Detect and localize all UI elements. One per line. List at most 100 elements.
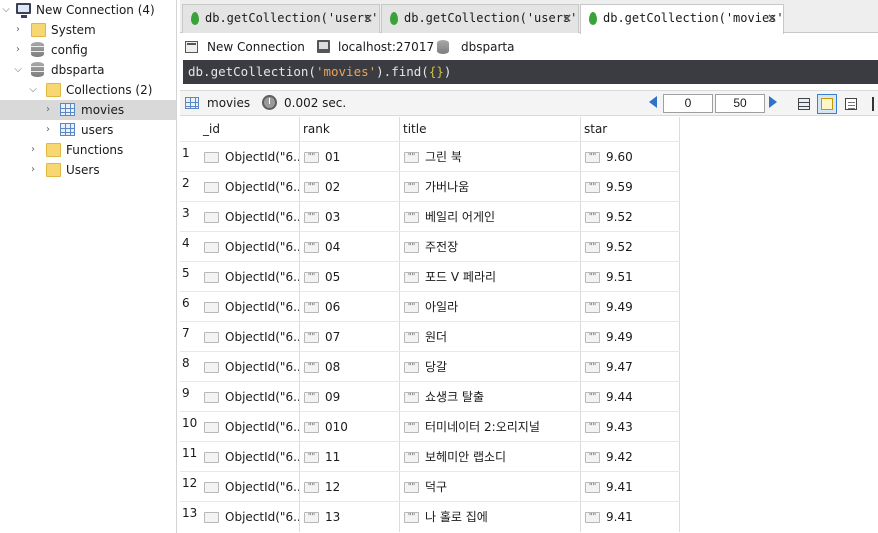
chevron-right-icon[interactable]: ›: [42, 120, 54, 140]
cell-id[interactable]: ObjectId("6...: [200, 502, 300, 532]
cell-id[interactable]: ObjectId("6...: [200, 442, 300, 472]
cell-title[interactable]: "" 보헤미안 랩소디: [400, 442, 581, 472]
close-icon[interactable]: ×: [562, 5, 572, 31]
close-icon[interactable]: ×: [767, 5, 777, 31]
tree-item-collections[interactable]: ⌵ Collections (2): [0, 80, 176, 100]
cell-id[interactable]: ObjectId("6...: [200, 382, 300, 412]
cell-id[interactable]: ObjectId("6...: [200, 352, 300, 382]
tab-movies-query[interactable]: db.getCollection('movies')··· ×: [580, 4, 784, 34]
cell-star[interactable]: "" 9.49: [581, 322, 680, 352]
column-header-rank[interactable]: rank: [300, 117, 400, 141]
previous-page-icon[interactable]: [649, 96, 657, 108]
table-row[interactable]: 11 ObjectId("6... "" 11 "" 보헤미안 랩소디 "" 9.42: [180, 441, 680, 472]
chevron-down-icon[interactable]: ⌵: [12, 60, 24, 80]
cell-title[interactable]: "" 포드 V 페라리: [400, 262, 581, 292]
tree-item-dbsparta[interactable]: ⌵ dbsparta: [0, 60, 176, 80]
cell-id[interactable]: ObjectId("6...: [200, 262, 300, 292]
cell-id[interactable]: ObjectId("6...: [200, 172, 300, 202]
cell-rank[interactable]: "" 02: [300, 172, 400, 202]
table-row[interactable]: 13 ObjectId("6... "" 13 "" 나 홀로 집에 "" 9.41: [180, 501, 680, 532]
cell-title[interactable]: "" 덕구: [400, 472, 581, 502]
column-header-id[interactable]: _id: [200, 117, 300, 141]
cell-id[interactable]: ObjectId("6...: [200, 322, 300, 352]
tree-item-system[interactable]: › System: [0, 20, 176, 40]
next-page-icon[interactable]: [769, 96, 777, 108]
tab-users-query-2[interactable]: db.getCollection('users'),··· ×: [381, 4, 579, 33]
cell-rank[interactable]: "" 13: [300, 502, 400, 532]
cell-star[interactable]: "" 9.47: [581, 352, 680, 382]
cell-id[interactable]: ObjectId("6...: [200, 292, 300, 322]
table-row[interactable]: 6 ObjectId("6... "" 06 "" 아일라 "" 9.49: [180, 291, 680, 322]
cell-id[interactable]: ObjectId("6...: [200, 142, 300, 172]
cell-star[interactable]: "" 9.60: [581, 142, 680, 172]
chevron-down-icon[interactable]: ⌵: [0, 0, 12, 20]
query-text[interactable]: db.getCollection('movies').find({}): [188, 63, 451, 81]
cell-rank[interactable]: "" 06: [300, 292, 400, 322]
cell-star[interactable]: "" 9.52: [581, 202, 680, 232]
cell-title[interactable]: "" 주전장: [400, 232, 581, 262]
column-header-title[interactable]: title: [400, 117, 581, 141]
cell-id[interactable]: ObjectId("6...: [200, 232, 300, 262]
tree-item-config[interactable]: › config: [0, 40, 176, 60]
cell-title[interactable]: "" 나 홀로 집에: [400, 502, 581, 532]
cell-id[interactable]: ObjectId("6...: [200, 472, 300, 502]
cell-rank[interactable]: "" 010: [300, 412, 400, 442]
tab-users-query-1[interactable]: db.getCollection('users').f··· ×: [182, 4, 380, 33]
tree-item-users-folder[interactable]: › Users: [0, 160, 176, 180]
cell-title[interactable]: "" 당갈: [400, 352, 581, 382]
tree-item-new-connection[interactable]: ⌵ New Connection (4): [0, 0, 176, 20]
cell-star[interactable]: "" 9.59: [581, 172, 680, 202]
text-view-button[interactable]: [841, 94, 861, 114]
cell-star[interactable]: "" 9.44: [581, 382, 680, 412]
cell-title[interactable]: "" 쇼생크 탈출: [400, 382, 581, 412]
tree-item-functions[interactable]: › Functions: [0, 140, 176, 160]
page-size-input[interactable]: 50: [715, 94, 765, 113]
cell-id[interactable]: ObjectId("6...: [200, 412, 300, 442]
chevron-right-icon[interactable]: ›: [27, 160, 39, 180]
table-row[interactable]: 8 ObjectId("6... "" 08 "" 당갈 "" 9.47: [180, 351, 680, 382]
cell-rank[interactable]: "" 03: [300, 202, 400, 232]
page-start-input[interactable]: 0: [663, 94, 713, 113]
cell-star[interactable]: "" 9.49: [581, 292, 680, 322]
table-row[interactable]: 1 ObjectId("6... "" 01 "" 그린 북 "" 9.60: [180, 141, 680, 172]
cell-rank[interactable]: "" 07: [300, 322, 400, 352]
table-row[interactable]: 5 ObjectId("6... "" 05 "" 포드 V 페라리 "" 9.51: [180, 261, 680, 292]
cell-title[interactable]: "" 가버나움: [400, 172, 581, 202]
tree-item-users-collection[interactable]: › users: [0, 120, 176, 140]
table-view-button[interactable]: [817, 94, 837, 114]
cell-rank[interactable]: "" 12: [300, 472, 400, 502]
cell-star[interactable]: "" 9.43: [581, 412, 680, 442]
cell-title[interactable]: "" 터미네이터 2:오리지널: [400, 412, 581, 442]
cell-star[interactable]: "" 9.52: [581, 232, 680, 262]
table-row[interactable]: 7 ObjectId("6... "" 07 "" 원더 "" 9.49: [180, 321, 680, 352]
chevron-right-icon[interactable]: ›: [27, 140, 39, 160]
chevron-right-icon[interactable]: ›: [12, 20, 24, 40]
close-icon[interactable]: ×: [363, 5, 373, 31]
cell-rank[interactable]: "" 04: [300, 232, 400, 262]
chevron-right-icon[interactable]: ›: [12, 40, 24, 60]
table-row[interactable]: 3 ObjectId("6... "" 03 "" 베일리 어게인 "" 9.52: [180, 201, 680, 232]
cell-title[interactable]: "" 그린 북: [400, 142, 581, 172]
cell-rank[interactable]: "" 05: [300, 262, 400, 292]
chevron-right-icon[interactable]: ›: [42, 100, 54, 120]
table-row[interactable]: 12 ObjectId("6... "" 12 "" 덕구 "" 9.41: [180, 471, 680, 502]
cell-star[interactable]: "" 9.42: [581, 442, 680, 472]
cell-title[interactable]: "" 베일리 어게인: [400, 202, 581, 232]
cell-star[interactable]: "" 9.41: [581, 502, 680, 532]
cell-rank[interactable]: "" 01: [300, 142, 400, 172]
cell-rank[interactable]: "" 08: [300, 352, 400, 382]
tree-view-button[interactable]: [794, 94, 814, 114]
cell-star[interactable]: "" 9.41: [581, 472, 680, 502]
chevron-down-icon[interactable]: ⌵: [27, 80, 39, 100]
cell-rank[interactable]: "" 09: [300, 382, 400, 412]
table-row[interactable]: 2 ObjectId("6... "" 02 "" 가버나움 "" 9.59: [180, 171, 680, 202]
tree-item-movies[interactable]: › movies: [0, 100, 176, 120]
table-row[interactable]: 9 ObjectId("6... "" 09 "" 쇼생크 탈출 "" 9.44: [180, 381, 680, 412]
cell-id[interactable]: ObjectId("6...: [200, 202, 300, 232]
table-row[interactable]: 4 ObjectId("6... "" 04 "" 주전장 "" 9.52: [180, 231, 680, 262]
column-header-star[interactable]: star: [581, 117, 680, 141]
cell-title[interactable]: "" 원더: [400, 322, 581, 352]
table-row[interactable]: 10 ObjectId("6... "" 010 "" 터미네이터 2:오리지널 "" 9.4…: [180, 411, 680, 442]
query-editor[interactable]: db.getCollection('movies').find({}): [183, 60, 878, 84]
cell-rank[interactable]: "" 11: [300, 442, 400, 472]
